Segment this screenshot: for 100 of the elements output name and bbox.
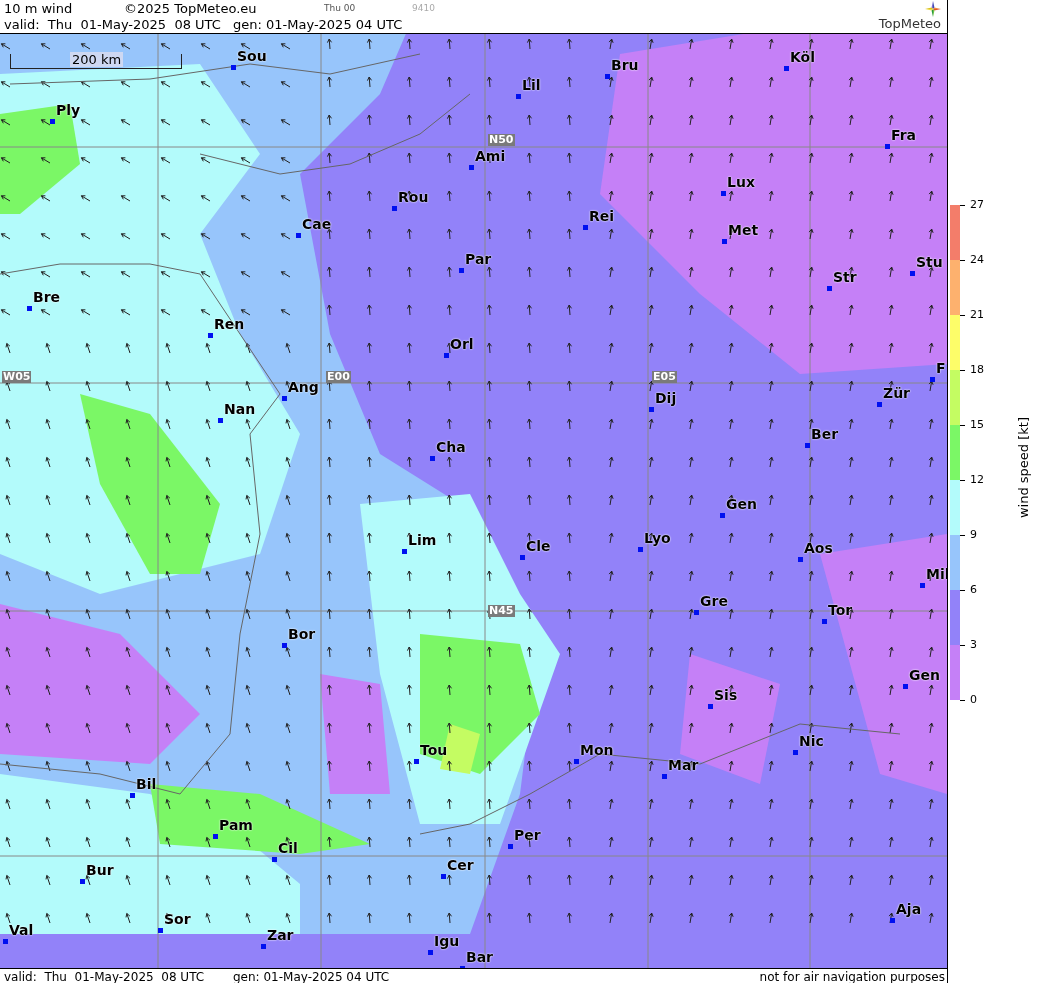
city-marker-icon	[877, 402, 882, 407]
city-label: Lil	[522, 77, 541, 93]
city-label: Igu	[434, 933, 460, 949]
city-marker-icon	[583, 225, 588, 230]
city-label: Par	[465, 251, 492, 267]
city-marker-icon	[80, 879, 85, 884]
city-label: Val	[9, 922, 34, 938]
city-marker-icon	[296, 233, 301, 238]
city-label: Aos	[804, 540, 833, 556]
generated-time: gen: 01-May-2025 04 UTC	[233, 969, 390, 983]
city-marker-icon	[516, 94, 521, 99]
city-label: Cha	[436, 439, 466, 455]
city-label: Bru	[611, 57, 639, 73]
city-marker-icon	[784, 66, 789, 71]
city-marker-icon	[27, 306, 32, 311]
city-marker-icon	[605, 74, 610, 79]
city-marker-icon	[920, 583, 925, 588]
city-label: Cil	[278, 840, 298, 856]
city-marker-icon	[208, 333, 213, 338]
city-label: Per	[514, 827, 541, 843]
scale-tick-label: 6	[970, 584, 977, 596]
city-marker-icon	[798, 557, 803, 562]
city-label: Cle	[526, 538, 551, 554]
city-label: Aja	[896, 901, 922, 917]
city-label: Rei	[589, 208, 615, 224]
grid-label: E05	[652, 371, 677, 383]
scale-tick-label: 15	[970, 419, 984, 431]
city-label: Lux	[727, 174, 755, 190]
disclaimer-text: not for air navigation purposes	[759, 969, 946, 983]
city-marker-icon	[574, 759, 579, 764]
city-marker-icon	[272, 857, 277, 862]
city-marker-icon	[213, 834, 218, 839]
city-label: Zar	[267, 927, 294, 943]
city-label: Str	[833, 269, 857, 285]
city-label: Sou	[237, 48, 267, 64]
city-marker-icon	[822, 619, 827, 624]
scale-tick-label: 9	[970, 529, 977, 541]
scale-tick-label: 21	[970, 309, 984, 321]
city-marker-icon	[910, 271, 915, 276]
map-title: 10 m wind	[3, 0, 74, 16]
city-marker-icon	[261, 944, 266, 949]
grid-label: N50	[488, 134, 515, 146]
city-marker-icon	[885, 144, 890, 149]
city-marker-icon	[708, 704, 713, 709]
city-marker-icon	[890, 918, 895, 923]
city-marker-icon	[508, 844, 513, 849]
city-label: Bar	[466, 949, 494, 965]
city-marker-icon	[793, 750, 798, 755]
valid-time: valid: Thu 01-May-2025 08 UTC	[3, 969, 206, 983]
city-label: Tou	[420, 742, 448, 758]
city-marker-icon	[930, 377, 935, 382]
city-marker-icon	[282, 643, 287, 648]
chart-code: 9410	[412, 3, 435, 13]
city-marker-icon	[903, 684, 908, 689]
scale-tick-label: 3	[970, 639, 977, 651]
city-marker-icon	[694, 610, 699, 615]
city-label: F	[936, 360, 946, 376]
city-label: Bor	[288, 626, 316, 642]
city-label: Ren	[214, 316, 245, 332]
city-label: Cer	[447, 857, 474, 873]
scale-tick-label: 27	[970, 199, 984, 211]
city-label: Köl	[790, 49, 816, 65]
city-marker-icon	[520, 555, 525, 560]
city-label: Tor	[828, 602, 853, 618]
city-label: Met	[728, 222, 759, 238]
city-label: Nan	[224, 401, 256, 417]
generated-time: gen: 01-May-2025 04 UTC	[233, 16, 403, 32]
city-marker-icon	[805, 443, 810, 448]
city-marker-icon	[662, 774, 667, 779]
scale-tick-label: 18	[970, 364, 984, 376]
city-label: Fra	[891, 127, 917, 143]
city-marker-icon	[218, 418, 223, 423]
city-marker-icon	[428, 950, 433, 955]
city-marker-icon	[469, 165, 474, 170]
city-marker-icon	[444, 353, 449, 358]
city-marker-icon	[441, 874, 446, 879]
city-label: Orl	[450, 336, 474, 352]
city-label: Mar	[668, 757, 699, 773]
city-label: Gen	[909, 667, 940, 683]
city-label: Dij	[655, 390, 677, 406]
city-marker-icon	[158, 928, 163, 933]
city-marker-icon	[649, 407, 654, 412]
city-marker-icon	[720, 513, 725, 518]
city-marker-icon	[50, 119, 55, 124]
city-label: Zür	[883, 385, 911, 401]
city-label: Bil	[136, 776, 157, 792]
grid-label: E00	[326, 371, 351, 383]
city-label: Bre	[33, 289, 61, 305]
city-marker-icon	[282, 396, 287, 401]
city-marker-icon	[392, 206, 397, 211]
city-label: Cae	[302, 216, 332, 232]
logo-text: TopMeteo	[878, 17, 941, 31]
city-label: Pam	[219, 817, 253, 833]
scale-tick-label: 24	[970, 254, 984, 266]
legend-title: wind speed [kt]	[1016, 417, 1031, 519]
city-marker-icon	[430, 456, 435, 461]
valid-time: valid: Thu 01-May-2025 08 UTC	[3, 16, 222, 32]
scale-tick-label: 0	[970, 694, 977, 706]
city-label: Sis	[714, 687, 738, 703]
grid-label: N45	[488, 605, 515, 617]
